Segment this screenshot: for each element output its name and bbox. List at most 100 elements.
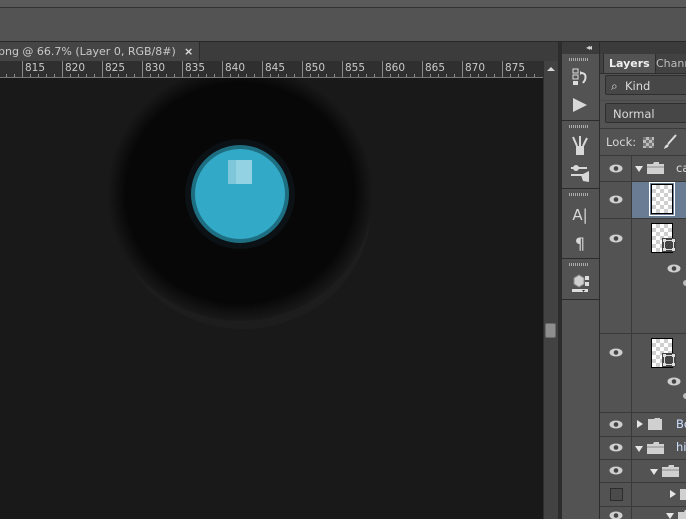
visibility-eye-icon[interactable] (609, 195, 623, 204)
layer-filter-kind-select[interactable]: ⌕ Kind (605, 75, 686, 95)
expand-group-icon[interactable] (637, 420, 643, 428)
expand-group-icon[interactable] (666, 513, 674, 519)
visibility-eye-icon[interactable] (609, 234, 623, 243)
ruler-major-tick (462, 61, 463, 77)
panel-tabs: Layers Chann (600, 54, 686, 74)
layer-row-group-hidden[interactable] (600, 483, 686, 506)
ruler-minor-tick (390, 74, 391, 77)
ruler-minor-tick (110, 74, 111, 77)
ruler-major-tick (502, 61, 503, 77)
ruler-minor-tick (206, 74, 207, 77)
tab-layers[interactable]: Layers (603, 54, 656, 73)
layer-row-group-hi[interactable]: hi (600, 437, 686, 459)
ruler-major-tick (222, 61, 223, 77)
layer-thumbnail[interactable] (649, 182, 675, 216)
3d-icon[interactable] (568, 272, 592, 294)
blend-mode-select[interactable]: Normal (605, 103, 686, 123)
visibility-eye-icon[interactable] (609, 466, 623, 475)
document-canvas[interactable] (0, 78, 543, 519)
ruler-minor-tick (190, 74, 191, 77)
ruler-minor-tick (230, 74, 231, 77)
lock-image-pixels-icon[interactable] (662, 134, 678, 150)
lock-row: Lock: (600, 129, 686, 155)
folder-icon (662, 465, 679, 477)
document-tab[interactable]: png @ 66.7% (Layer 0, RGB/8#) × (0, 42, 200, 61)
visibility-toggle-off[interactable] (610, 488, 623, 501)
ruler-label: 825 (105, 62, 126, 74)
ruler-major-tick (142, 61, 143, 77)
character-icon[interactable]: A| (568, 204, 592, 226)
divider (562, 120, 599, 121)
ruler-minor-tick (430, 74, 431, 77)
dock-header: ◂◂ (562, 42, 599, 54)
layer-row-smart-object[interactable] (600, 219, 686, 333)
panel-grip[interactable] (569, 58, 589, 61)
folder-icon (648, 418, 662, 430)
visibility-eye-icon[interactable] (609, 420, 623, 429)
actions-play-icon[interactable] (568, 94, 592, 116)
layer-row-group-ca[interactable]: ca (600, 156, 686, 181)
vertical-scrollbar[interactable] (543, 61, 559, 519)
ruler-minor-tick (46, 74, 47, 77)
ruler-minor-tick (310, 74, 311, 77)
ruler-minor-tick (6, 74, 7, 77)
collapse-panels-icon[interactable]: ◂◂ (586, 43, 592, 52)
panel-grip[interactable] (569, 263, 589, 266)
ruler-minor-tick (14, 74, 15, 77)
filter-visibility-eye-icon[interactable] (667, 264, 681, 273)
ruler-major-tick (22, 61, 23, 77)
scrollbar-thumb[interactable] (545, 323, 556, 338)
layer-row-group-bo[interactable]: Bo (600, 413, 686, 436)
divider (600, 100, 686, 101)
lock-transparent-pixels-icon[interactable] (643, 137, 654, 148)
expand-group-icon[interactable] (670, 490, 676, 498)
visibility-eye-icon[interactable] (609, 511, 623, 519)
brushes-icon[interactable] (568, 134, 592, 156)
ruler-label: 865 (425, 62, 446, 74)
ruler-minor-tick (38, 74, 39, 77)
expand-group-icon[interactable] (635, 166, 643, 172)
visibility-eye-icon[interactable] (609, 348, 623, 357)
ruler-minor-tick (438, 74, 439, 77)
visibility-eye-icon[interactable] (609, 164, 623, 173)
ruler-minor-tick (270, 74, 271, 77)
tab-channels[interactable]: Chann (651, 54, 686, 73)
ruler-minor-tick (86, 74, 87, 77)
filter-visibility-eye-icon[interactable] (667, 377, 681, 386)
layer-row-selected[interactable] (600, 182, 686, 218)
ruler-minor-tick (78, 74, 79, 77)
application-bar (0, 0, 686, 7)
ruler-minor-tick (238, 74, 239, 77)
ruler-major-tick (382, 61, 383, 77)
smart-object-icon (662, 353, 676, 367)
paragraph-icon[interactable]: ¶ (568, 232, 592, 254)
ruler-minor-tick (166, 74, 167, 77)
layer-row-group[interactable] (600, 507, 686, 519)
ruler-minor-tick (446, 74, 447, 77)
expand-group-icon[interactable] (650, 469, 658, 475)
ruler-minor-tick (134, 74, 135, 77)
ruler-label: 835 (185, 62, 206, 74)
panel-grip[interactable] (569, 193, 589, 196)
brush-presets-icon[interactable] (568, 162, 592, 184)
history-icon[interactable] (568, 66, 592, 88)
ruler-minor-tick (94, 74, 95, 77)
visibility-eye-icon[interactable] (609, 443, 623, 452)
close-tab-icon[interactable]: × (184, 42, 193, 61)
scroll-up-arrow-icon[interactable] (547, 67, 555, 71)
expand-group-icon[interactable] (635, 446, 643, 452)
ruler-minor-tick (326, 74, 327, 77)
layer-row-group[interactable] (600, 460, 686, 482)
ruler-minor-tick (246, 74, 247, 77)
folder-icon (678, 510, 686, 519)
ruler-minor-tick (406, 74, 407, 77)
ruler-minor-tick (198, 74, 199, 77)
folder-icon (647, 162, 664, 174)
layer-row-smart-object[interactable] (600, 334, 686, 412)
ruler-label: 815 (25, 62, 46, 74)
ruler-minor-tick (70, 74, 71, 77)
ruler-minor-tick (526, 74, 527, 77)
panel-grip[interactable] (569, 125, 589, 128)
divider (562, 299, 599, 300)
ruler-minor-tick (470, 74, 471, 77)
